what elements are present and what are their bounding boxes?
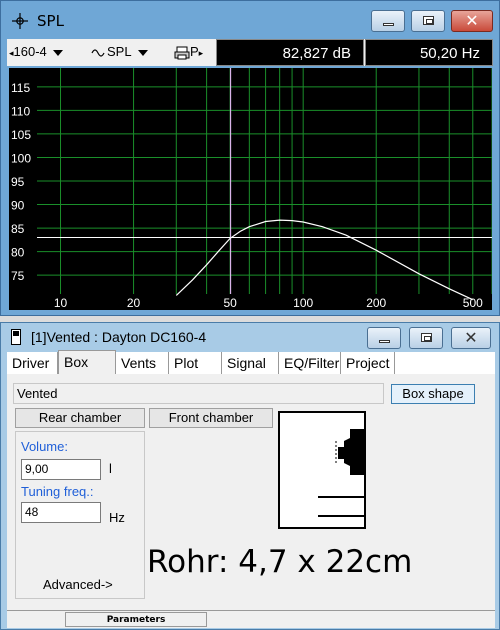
spl-chart: 115 110 105 100 95 90 85 80 75 10 20 50 100 200 500 — [11, 68, 493, 310]
box-window-title: [1]Vented : Dayton DC160-4 — [31, 329, 207, 345]
y-tick-label: 105 — [11, 128, 31, 142]
y-tick-label: 100 — [11, 151, 31, 165]
maximize-button[interactable] — [411, 10, 445, 32]
spl-title-bar[interactable]: SPL ✕ — [1, 1, 499, 39]
tab-signal[interactable]: Signal — [222, 352, 279, 374]
rear-chamber-group: Volume: 9,00 l Tuning freq.: 48 Hz Advan… — [15, 431, 145, 599]
close-icon: ✕ — [465, 11, 479, 30]
box-panel: Vented Box shape Rear chamber Front cham… — [7, 374, 495, 610]
close-button[interactable]: ✕ — [451, 10, 493, 32]
tab-bar: Driver Box Vents Plot Signal EQ/Filter P… — [7, 350, 495, 374]
view-select[interactable]: SPL — [91, 42, 148, 62]
waveform-icon — [91, 48, 105, 57]
maximize-button[interactable] — [409, 327, 443, 349]
maximize-icon — [421, 333, 432, 342]
maximize-icon — [423, 16, 434, 25]
frequency-readout: 50,20 Hz — [365, 39, 493, 66]
box-diagram — [278, 411, 366, 529]
minimize-icon — [379, 340, 390, 343]
y-tick-label: 75 — [11, 269, 25, 283]
print-button[interactable]: P▸ — [174, 42, 203, 62]
y-tick-label: 90 — [11, 199, 25, 213]
minimize-icon — [383, 23, 394, 26]
box-shape-button[interactable]: Box shape — [391, 384, 475, 404]
printer-icon — [174, 46, 190, 60]
y-tick-label: 115 — [11, 81, 30, 95]
front-chamber-button[interactable]: Front chamber — [149, 408, 273, 428]
x-tick-label: 10 — [54, 296, 68, 310]
tuning-frequency-input[interactable]: 48 — [21, 502, 101, 523]
tab-project[interactable]: Project — [341, 352, 395, 374]
y-tick-label: 95 — [11, 175, 25, 189]
view-select-value: SPL — [107, 44, 132, 59]
print-label: P — [190, 44, 199, 59]
tab-box[interactable]: Box — [58, 350, 116, 374]
volume-unit: l — [109, 461, 112, 476]
x-tick-label: 500 — [463, 296, 483, 310]
minimize-button[interactable] — [371, 10, 405, 32]
right-arrow-icon: ▸ — [198, 48, 204, 58]
box-title-bar[interactable]: [1]Vented : Dayton DC160-4 ✕ — [1, 323, 499, 351]
vent-annotation: Rohr: 4,7 x 22cm — [147, 544, 413, 580]
x-tick-label: 100 — [293, 296, 313, 310]
box-window: [1]Vented : Dayton DC160-4 ✕ Driver Box … — [0, 322, 500, 630]
volume-input[interactable]: 9,00 — [21, 459, 101, 480]
x-tick-label: 50 — [223, 296, 237, 310]
tab-eq-filter[interactable]: EQ/Filter — [279, 352, 341, 374]
spl-curve — [175, 219, 474, 301]
tab-vents[interactable]: Vents — [116, 352, 169, 374]
spl-toolbar: ◂160-4 SPL P▸ 82,827 dB 50,20 Hz — [7, 39, 493, 66]
status-panel-parameters: Parameters — [65, 612, 207, 627]
spl-plot-area[interactable]: 115 110 105 100 95 90 85 80 75 10 20 50 100 200 500 — [9, 68, 493, 310]
crosshair-icon — [12, 13, 28, 29]
spl-readout: 82,827 dB — [216, 39, 364, 66]
volume-label: Volume: — [21, 439, 68, 454]
driver-select-value: 160-4 — [13, 44, 47, 59]
tab-driver[interactable]: Driver — [7, 352, 58, 374]
close-icon: ✕ — [464, 328, 478, 347]
tuning-frequency-label: Tuning freq.: — [21, 484, 94, 499]
advanced-button[interactable]: Advanced-> — [43, 577, 113, 592]
rear-chamber-button[interactable]: Rear chamber — [15, 408, 145, 428]
spl-window: SPL ✕ ◂160-4 SPL P▸ 82,827 dB 50,20 Hz 1… — [0, 0, 500, 316]
y-tick-label: 110 — [11, 104, 30, 118]
box-type-field[interactable]: Vented — [13, 383, 384, 404]
minimize-button[interactable] — [367, 327, 401, 349]
x-tick-label: 20 — [127, 296, 141, 310]
window-icon — [11, 329, 21, 345]
spl-window-title: SPL — [37, 12, 64, 30]
chevron-down-icon — [137, 49, 148, 56]
tuning-frequency-unit: Hz — [109, 510, 125, 525]
driver-select[interactable]: ◂160-4 — [9, 42, 63, 62]
x-tick-label: 200 — [366, 296, 386, 310]
close-button[interactable]: ✕ — [451, 327, 491, 349]
tab-plot[interactable]: Plot — [169, 352, 222, 374]
chevron-down-icon — [52, 49, 63, 56]
status-bar: Parameters — [7, 610, 495, 628]
y-tick-label: 85 — [11, 222, 25, 236]
y-tick-label: 80 — [11, 246, 25, 260]
